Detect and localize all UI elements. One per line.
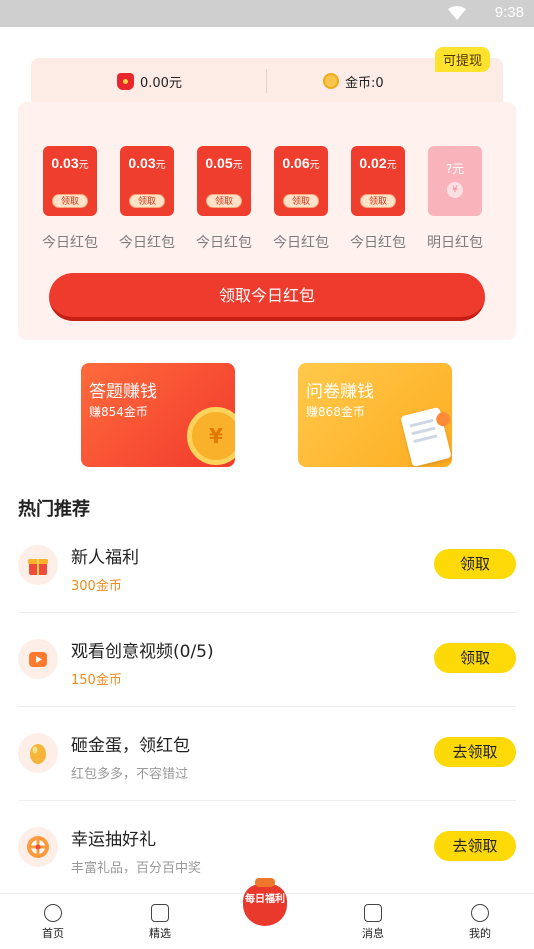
status-bar: 9:38 [0, 0, 534, 27]
claim-button[interactable]: 领取 [434, 643, 516, 673]
task-title: 问卷赚钱 [306, 382, 374, 402]
envelope-caption: 今日红包 [350, 235, 406, 251]
golden-egg-icon [18, 733, 58, 773]
status-time: 9:38 [494, 4, 524, 21]
lucky-bag-icon: 每日福利 [243, 878, 287, 926]
task-subtitle: 赚854金币 [89, 405, 148, 419]
envelope-item[interactable]: 0.05元 领取 今日红包 [196, 146, 252, 252]
nav-daily-welfare[interactable]: 每日福利 [241, 878, 289, 938]
envelope-item[interactable]: 0.03元 领取 今日红包 [42, 146, 98, 252]
smile-icon [471, 904, 489, 922]
withdraw-tag[interactable]: 可提现 [434, 47, 490, 72]
wifi-icon [448, 6, 466, 20]
claim-button[interactable]: 领取 [434, 549, 516, 579]
section-title: 热门推荐 [18, 499, 90, 520]
envelope-item[interactable]: 0.03元 领取 今日红包 [119, 146, 175, 252]
list-item: 观看创意视频(0/5) 150金币 领取 [18, 613, 516, 707]
cash-balance[interactable]: 0.00元 [117, 58, 182, 104]
item-name: 观看创意视频(0/5) [71, 642, 214, 662]
yuan-coin-icon: ¥ [187, 407, 235, 465]
wallet-icon [117, 72, 134, 90]
nav-featured[interactable]: 精选 [130, 904, 190, 941]
red-envelope[interactable]: 0.05元 领取 [197, 146, 251, 216]
claim-today-envelope-button[interactable]: 领取今日红包 [49, 273, 485, 321]
envelope-claim-button[interactable]: 领取 [129, 194, 165, 208]
envelope-amount: 0.06元 [282, 155, 320, 171]
cash-balance-value: 0.00元 [140, 75, 182, 91]
envelope-claim-button[interactable]: 领取 [206, 194, 242, 208]
balance-divider [266, 69, 267, 93]
nav-home[interactable]: 首页 [23, 904, 83, 941]
nav-home-label: 首页 [42, 927, 64, 940]
message-icon [364, 904, 382, 922]
envelope-claim-button[interactable]: 领取 [360, 194, 396, 208]
survey-earn-card[interactable]: 问卷赚钱 赚868金币 [298, 363, 452, 467]
item-name: 砸金蛋，领红包 [71, 736, 190, 756]
nav-profile[interactable]: 我的 [450, 904, 510, 941]
list-item: 砸金蛋，领红包 红包多多，不容错过 去领取 [18, 707, 516, 801]
envelope-caption: 明日红包 [427, 235, 483, 251]
envelope-amount: 0.05元 [205, 155, 243, 171]
envelope-claim-button[interactable]: 领取 [52, 194, 88, 208]
nav-featured-label: 精选 [149, 927, 171, 940]
go-claim-button[interactable]: 去领取 [434, 737, 516, 767]
yuan-icon: ¥ [447, 182, 463, 198]
envelope-item[interactable]: 0.02元 领取 今日红包 [350, 146, 406, 252]
item-name: 新人福利 [71, 548, 139, 568]
daily-envelope-panel: 0.03元 领取 今日红包 0.03元 领取 今日红包 0.05元 领取 今日红… [18, 102, 516, 340]
red-envelope[interactable]: 0.03元 领取 [120, 146, 174, 216]
lucky-wheel-icon [18, 827, 58, 867]
envelope-item[interactable]: 0.06元 领取 今日红包 [273, 146, 329, 252]
red-envelope[interactable]: 0.06元 领取 [274, 146, 328, 216]
coin-balance[interactable]: 金币:0 [323, 58, 384, 104]
envelope-caption: 今日红包 [119, 235, 175, 251]
yuan-home-icon [44, 904, 62, 922]
coin-icon [323, 73, 339, 89]
item-name: 幸运抽好礼 [71, 830, 156, 850]
list-item: 新人福利 300金币 领取 [18, 519, 516, 613]
diamond-check-icon [151, 904, 169, 922]
envelope-amount: 0.03元 [51, 155, 89, 171]
envelope-amount: 0.02元 [359, 155, 397, 171]
envelope-claim-button[interactable]: 领取 [283, 194, 319, 208]
task-title: 答题赚钱 [89, 382, 157, 402]
envelope-amount: 0.03元 [128, 155, 166, 171]
nav-messages[interactable]: 消息 [343, 904, 403, 941]
future-envelope-item: ?元 ¥ 明日红包 [427, 146, 483, 252]
future-envelope-label: ?元 [445, 162, 465, 176]
item-desc: 红包多多，不容错过 [71, 767, 189, 782]
item-desc: 丰富礼品，百分百中奖 [71, 861, 202, 876]
quiz-earn-card[interactable]: 答题赚钱 赚854金币 ¥ [81, 363, 235, 467]
survey-paper-icon [400, 406, 452, 467]
coin-balance-value: 金币:0 [345, 75, 384, 91]
gift-icon [18, 545, 58, 585]
envelope-caption: 今日红包 [42, 235, 98, 251]
balance-card: 0.00元 金币:0 [31, 58, 503, 104]
red-envelope[interactable]: 0.03元 领取 [43, 146, 97, 216]
go-claim-button[interactable]: 去领取 [434, 831, 516, 861]
video-icon [18, 639, 58, 679]
future-envelope: ?元 ¥ [428, 146, 482, 216]
red-envelope[interactable]: 0.02元 领取 [351, 146, 405, 216]
envelope-caption: 今日红包 [273, 235, 329, 251]
envelope-caption: 今日红包 [196, 235, 252, 251]
bottom-nav: 首页 精选 每日福利 消息 我的 [0, 878, 534, 949]
task-subtitle: 赚868金币 [306, 405, 365, 419]
nav-profile-label: 我的 [469, 927, 491, 940]
nav-messages-label: 消息 [362, 927, 384, 940]
item-reward: 300金币 [71, 579, 122, 594]
item-reward: 150金币 [71, 673, 122, 688]
